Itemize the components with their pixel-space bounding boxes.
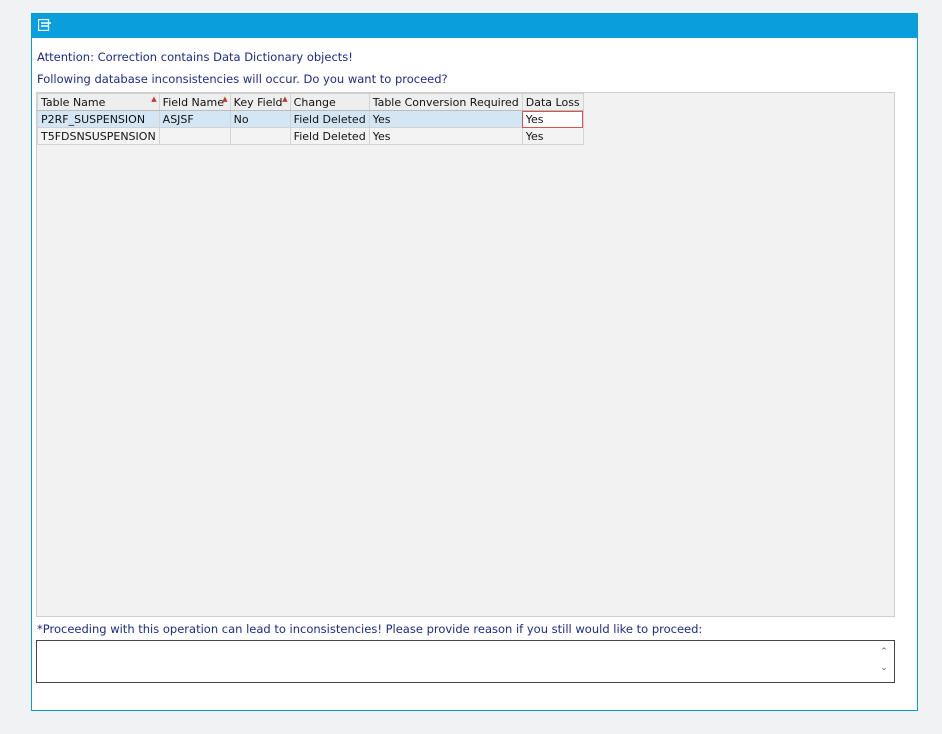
question-message: Following database inconsistencies will …: [37, 72, 448, 86]
column-header-table-name[interactable]: Table Name ▲: [37, 93, 160, 111]
dialog-window: Attention: Correction contains Data Dict…: [31, 13, 918, 711]
table-header-row: Table Name ▲ Field Name ▲ Key Field ▲ Chang…: [37, 93, 584, 111]
reason-scrollbar[interactable]: ⌃ ⌄: [877, 643, 891, 680]
column-header-data-loss[interactable]: Data Loss: [521, 93, 584, 111]
chevron-up-icon[interactable]: ⌃: [877, 647, 891, 657]
reason-input[interactable]: [36, 640, 895, 683]
column-header-key-field[interactable]: Key Field ▲: [229, 93, 291, 111]
table-cell[interactable]: No: [229, 110, 291, 128]
column-header-field-name[interactable]: Field Name ▲: [158, 93, 231, 111]
table-cell[interactable]: ASJSF: [158, 110, 231, 128]
table-cell[interactable]: Field Deleted: [289, 127, 370, 145]
column-header-table-conversion[interactable]: Table Conversion Required: [368, 93, 523, 111]
inconsistency-grid: Table Name ▲ Field Name ▲ Key Field ▲ Chang…: [36, 92, 895, 617]
table-cell[interactable]: [229, 127, 291, 145]
table-cell[interactable]: [158, 127, 231, 145]
table-cell[interactable]: Yes: [368, 127, 523, 145]
column-header-change[interactable]: Change: [289, 93, 370, 111]
table-cell[interactable]: T5FDSNSUSPENSION: [37, 127, 160, 145]
sort-indicator-icon: ▲: [222, 95, 228, 103]
table-cell[interactable]: Yes: [368, 110, 523, 128]
table-cell-focused[interactable]: Yes: [521, 110, 584, 128]
attention-message: Attention: Correction contains Data Dict…: [37, 50, 353, 64]
table-row[interactable]: P2RF_SUSPENSION ASJSF No Field Deleted Y…: [37, 110, 584, 128]
chevron-down-icon[interactable]: ⌄: [877, 663, 891, 673]
table-row[interactable]: T5FDSNSUSPENSION Field Deleted Yes Yes: [37, 127, 584, 145]
table-cell[interactable]: Field Deleted: [289, 110, 370, 128]
sort-indicator-icon: ▲: [151, 95, 157, 103]
table-cell[interactable]: Yes: [521, 127, 584, 145]
menu-icon[interactable]: [38, 19, 52, 31]
table-cell[interactable]: P2RF_SUSPENSION: [37, 110, 160, 128]
inconsistency-table: Table Name ▲ Field Name ▲ Key Field ▲ Chang…: [37, 93, 584, 145]
title-bar: [32, 14, 917, 38]
sort-indicator-icon: ▲: [282, 95, 288, 103]
warning-message: *Proceeding with this operation can lead…: [37, 622, 703, 636]
